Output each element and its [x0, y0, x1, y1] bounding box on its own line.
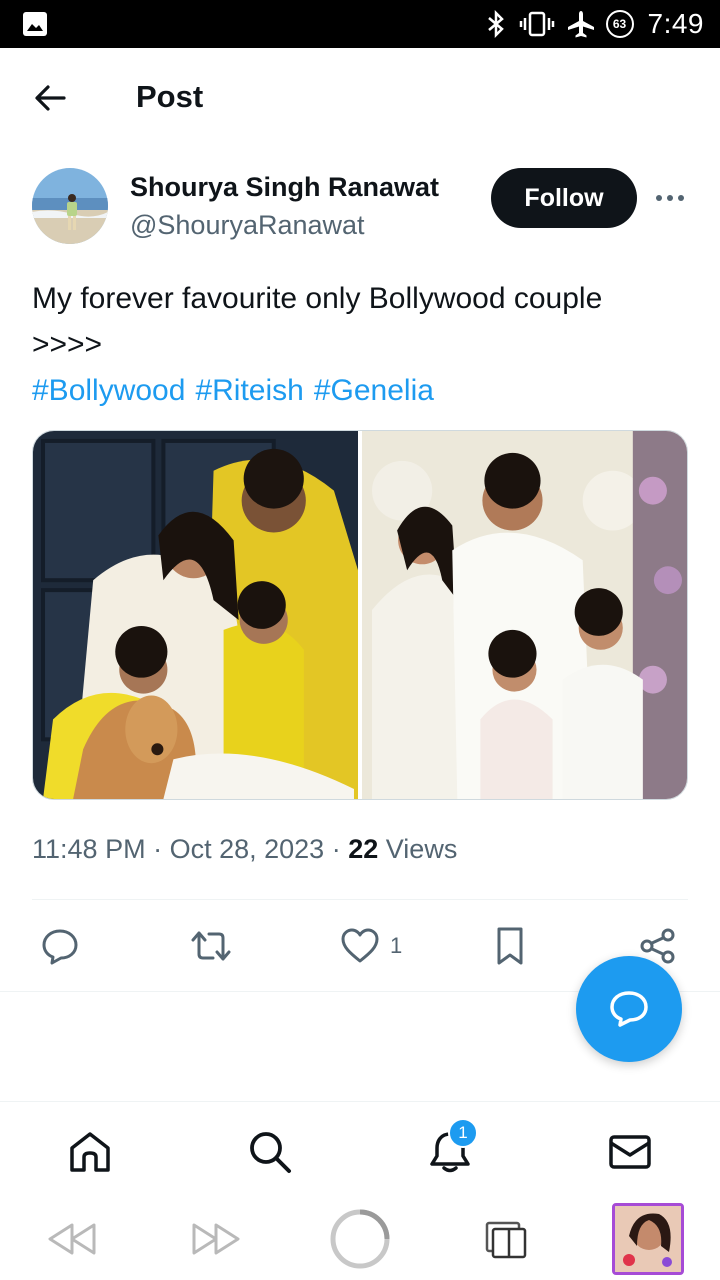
tabs-button[interactable]	[478, 1204, 534, 1274]
bookmark-button[interactable]	[492, 922, 528, 970]
hashtags: #Bollywood #Riteish #Genelia	[32, 368, 692, 414]
mail-icon	[609, 1135, 651, 1169]
author-name[interactable]: Shourya Singh Ranawat	[130, 172, 439, 203]
vibrate-icon	[519, 11, 554, 37]
post-time: 11:48 PM	[32, 834, 146, 864]
reply-icon	[42, 929, 78, 965]
search-icon	[250, 1132, 291, 1173]
image-icon	[23, 12, 47, 36]
thumbnail-image	[612, 1203, 684, 1275]
divider	[0, 1101, 720, 1102]
like-button[interactable]: 1	[340, 922, 402, 970]
post-meta: 11:48 PM · Oct 28, 2023 · 22 Views	[32, 834, 457, 865]
more-dots-icon	[656, 195, 684, 201]
nav-messages[interactable]	[602, 1124, 658, 1180]
home-icon	[70, 1132, 110, 1172]
nav-home[interactable]	[62, 1124, 118, 1180]
repost-icon	[191, 931, 231, 961]
author-handle[interactable]: @ShouryaRanawat	[130, 210, 365, 241]
post-text-line: >>>>	[32, 328, 103, 361]
fast-forward-icon	[192, 1223, 240, 1255]
battery-icon: 63	[605, 10, 634, 38]
repost-button[interactable]	[189, 922, 233, 970]
hashtag-link[interactable]: #Genelia	[314, 374, 434, 407]
heart-icon	[341, 928, 379, 963]
clock: 7:49	[647, 8, 704, 39]
avatar[interactable]	[32, 168, 108, 244]
airplane-icon	[567, 11, 594, 38]
post-text: My forever favourite only Bollywood coup…	[32, 276, 692, 414]
hashtag-link[interactable]: #Riteish	[195, 374, 303, 407]
circle-icon	[330, 1209, 390, 1269]
reply-bubble-icon	[610, 991, 648, 1027]
avatar-image	[32, 168, 108, 244]
post-date: Oct 28, 2023	[169, 834, 325, 864]
bookmark-icon	[497, 927, 523, 965]
fast-forward-button[interactable]	[188, 1204, 244, 1274]
hashtag-link[interactable]: #Bollywood	[32, 374, 185, 407]
views-label: Views	[385, 834, 458, 864]
bluetooth-icon	[487, 10, 504, 38]
views-count: 22	[348, 834, 379, 864]
rewind-button[interactable]	[44, 1204, 100, 1274]
like-count: 1	[390, 933, 403, 958]
photo-left[interactable]	[33, 431, 358, 799]
tabs-icon	[485, 1221, 527, 1259]
post-text-line: My forever favourite only Bollywood coup…	[32, 282, 603, 315]
nav-notifications[interactable]: 1	[422, 1118, 478, 1180]
meta-separator: ·	[153, 834, 170, 864]
back-arrow-icon	[35, 85, 66, 111]
recent-app-thumbnail[interactable]	[610, 1203, 686, 1275]
photo-right[interactable]	[362, 431, 687, 799]
status-bar: 63 7:49	[0, 0, 720, 48]
more-options-button[interactable]	[652, 186, 688, 210]
divider	[32, 899, 688, 900]
rewind-icon	[48, 1223, 96, 1255]
post-media[interactable]	[32, 430, 688, 800]
nav-search[interactable]	[242, 1124, 298, 1180]
home-circle-button[interactable]	[328, 1204, 392, 1274]
header: Post	[0, 48, 720, 146]
reply-button[interactable]	[40, 922, 80, 970]
compose-reply-button[interactable]	[576, 956, 682, 1062]
notification-badge: 1	[448, 1118, 478, 1148]
meta-separator: ·	[331, 834, 349, 864]
back-button[interactable]	[28, 78, 72, 118]
follow-button[interactable]: Follow	[491, 168, 637, 228]
page-title: Post	[136, 79, 204, 114]
